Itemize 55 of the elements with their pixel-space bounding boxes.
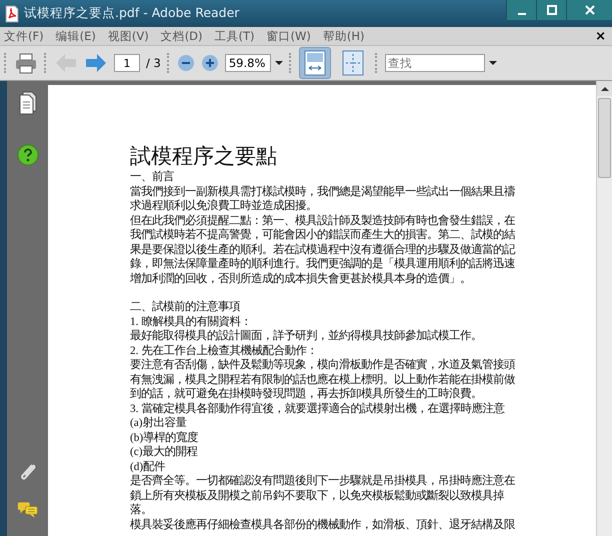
- text-line: 我們試模時若不提高警覺，可能會因小的錯誤而產生大的損害。第二、試模的結: [130, 228, 516, 242]
- menu-item[interactable]: 文件(F): [4, 28, 44, 44]
- fit-width-button[interactable]: [298, 47, 331, 79]
- text-line: 3. 當確定模具各部動作得宜後，就要選擇適合的試模射出機，在選擇時應注意: [130, 402, 506, 416]
- menu-item[interactable]: 视图(V): [108, 28, 149, 44]
- text-line: 鎖上所有夾模板及開模之前吊鈎不要取下，以免夾模板鬆動或斷裂以致模具掉: [130, 488, 506, 503]
- maximize-icon: [546, 4, 558, 16]
- text-line: (a)射出容量: [130, 416, 188, 430]
- text-line: 最好能取得模具的設計圖面，詳予研判，並約得模具技師參加試模工作。: [130, 329, 483, 344]
- zoom-in-icon[interactable]: [200, 54, 219, 72]
- text-line: 一、前言: [130, 170, 175, 184]
- text-line: 求過程順利以免浪費工時並造成困擾。: [130, 199, 318, 214]
- minimize-icon: [518, 13, 526, 15]
- menu-item[interactable]: 窗口(W): [266, 28, 311, 44]
- menu-close-button[interactable]: ×: [595, 28, 606, 44]
- text-line: 錄，即無法保障量產時的順利進行。我們更強調的是「模具運用順利的話將迅速: [130, 257, 516, 272]
- help-icon[interactable]: [16, 143, 38, 167]
- caret-icon: [488, 61, 497, 65]
- close-button[interactable]: [566, 0, 612, 20]
- minimize-button[interactable]: [506, 0, 536, 20]
- text-line: 二、試模前的注意事項: [130, 300, 241, 314]
- text-line: 到的話，就可避免在掛模時發現問題，再去拆卸模具所發生的工時浪費。: [130, 387, 483, 402]
- text-line: (b)導桿的寬度: [130, 430, 200, 445]
- text-line: 是否齊全等。一切都確認沒有問題後則下一步驟就是吊掛模具，吊掛時應注意在: [130, 474, 516, 488]
- text-line: 1. 瞭解模具的有關資料：: [130, 314, 252, 329]
- close-icon: [584, 4, 596, 16]
- menu-item[interactable]: 工具(T): [214, 28, 255, 44]
- text-line: (d)配件: [130, 460, 166, 474]
- page-total: / 3: [146, 56, 161, 70]
- scroll-up-arrow-icon[interactable]: [600, 86, 608, 90]
- maximize-button[interactable]: [536, 0, 566, 20]
- text-line: 2. 先在工作台上檢查其機械配合動作：: [130, 344, 318, 358]
- zoom-out-icon[interactable]: [176, 54, 195, 72]
- caret-icon: [274, 61, 283, 65]
- print-icon[interactable]: [14, 51, 38, 75]
- text-line: 模具裝妥後應再仔細檢查模具各部份的機械動作，如滑板、頂針、退牙結構及限: [130, 518, 516, 532]
- text-line: 當我們接到一副新模具需打樣試模時，我們總是渴望能早一些試出一個結果且禱: [130, 184, 516, 199]
- menu-item[interactable]: 编辑(E): [56, 28, 96, 44]
- menu-item[interactable]: 帮助(H): [322, 28, 365, 44]
- vertical-scrollbar[interactable]: [596, 81, 612, 536]
- scrollbar-thumb[interactable]: [598, 98, 611, 178]
- text-line: 果是要保證以後生產的順利。若在試模過程中沒有遵循合理的步驟及做適當的記: [130, 242, 516, 257]
- document-title: 試模程序之要點: [130, 143, 278, 169]
- text-line: 落。: [130, 503, 153, 518]
- text-line: 增加利潤的回收，否則所造成的成本損失會更甚於模具本身的造價」。: [130, 272, 472, 286]
- text-line: (c)最大的開程: [130, 445, 199, 460]
- page-number-field[interactable]: 1: [114, 54, 140, 72]
- window-title: 试模程序之要点.pdf - Adobe Reader: [24, 5, 240, 22]
- text-line: 有無洩漏，模具之開程若有限制的話也應在模上標明。以上動作若能在掛模前做: [130, 372, 516, 387]
- pages-icon[interactable]: [16, 91, 38, 115]
- menu-item[interactable]: 文档(D): [160, 28, 203, 44]
- text-line: 要注意有否刮傷，缺件及鬆動等現象，模向滑板動作是否確實，水道及氣管接頭: [130, 358, 516, 372]
- pdf-file-icon: [4, 4, 20, 22]
- text-line: 但在此我們必須提醒二點：第一、模具設計師及製造技師有時也會發生錯誤，在: [130, 214, 516, 228]
- next-page-arrow-icon[interactable]: [84, 51, 108, 75]
